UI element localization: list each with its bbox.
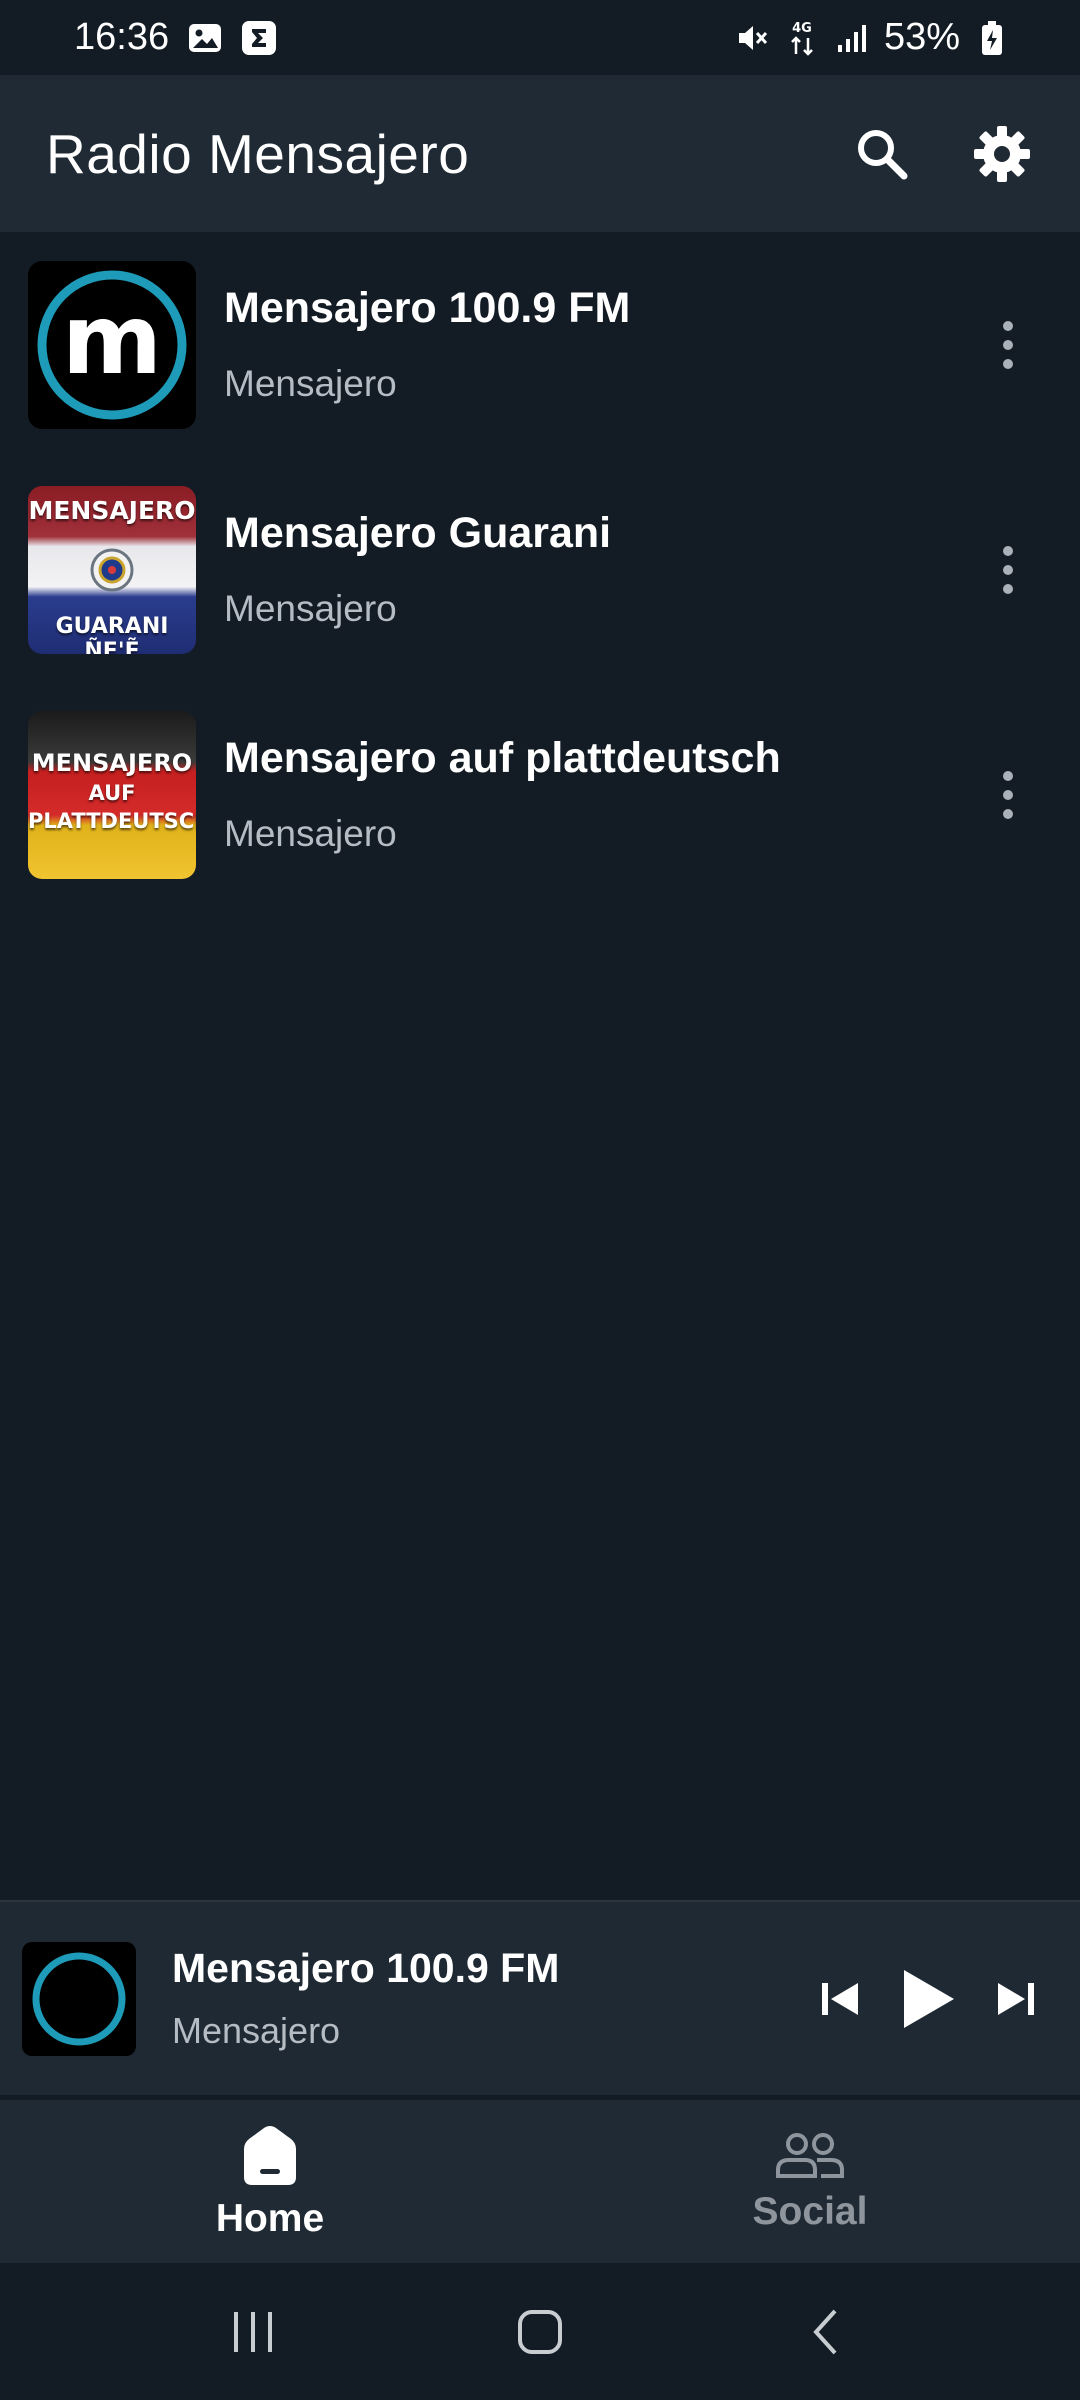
mini-player-artwork xyxy=(22,1941,136,2056)
station-subtitle: Mensajero xyxy=(224,588,397,629)
battery-percentage: 53% xyxy=(883,16,960,58)
station-logo-mensajero-fm: m xyxy=(28,260,196,429)
logo-text-bottom: GUARANI ÑE'Ẽ xyxy=(55,613,169,654)
station-logo-german-flag: MENSAJERO AUF PLATTDEUTSCH xyxy=(28,710,196,879)
sigma-app-notification-icon xyxy=(241,20,277,56)
status-time: 16:36 xyxy=(74,16,170,58)
nav-tab-social[interactable]: Social xyxy=(540,2100,1080,2263)
signal-strength-icon xyxy=(834,20,870,56)
station-title: Mensajero Guarani xyxy=(224,509,612,557)
nav-home-label: Home xyxy=(215,2196,325,2240)
people-icon xyxy=(776,2132,844,2178)
home-system-button[interactable] xyxy=(495,2287,585,2377)
logo-text-line-1: MENSAJERO xyxy=(31,748,193,777)
skip-previous-button[interactable] xyxy=(818,1977,862,2021)
mini-player[interactable]: Mensajero 100.9 FM Mensajero xyxy=(0,1900,1080,2095)
station-logo-letter: m xyxy=(62,284,162,396)
app-title: Radio Mensajero xyxy=(46,122,470,185)
logo-text-line-3: PLATTDEUTSCH xyxy=(28,808,196,833)
bottom-navigation: Home Social xyxy=(0,2100,1080,2263)
back-chevron-icon xyxy=(812,2309,837,2354)
station-title: Mensajero auf plattdeutsch xyxy=(224,734,781,782)
station-list: m Mensajero 100.9 FM Mensajero MENSAJERO… xyxy=(0,232,1080,907)
network-4g-icon: 4G xyxy=(784,20,820,56)
more-options-button[interactable] xyxy=(976,295,1040,395)
battery-charging-icon xyxy=(974,20,1010,56)
status-left: 16:36 xyxy=(74,16,277,59)
logo-text-line-2: AUF xyxy=(88,780,136,805)
station-item-mensajero-100-9[interactable]: m Mensajero 100.9 FM Mensajero xyxy=(0,232,1080,457)
recent-apps-icon xyxy=(234,2311,273,2352)
station-text: Mensajero Guarani Mensajero xyxy=(224,509,976,630)
status-right: 4G 53% xyxy=(734,16,1010,59)
gear-icon xyxy=(974,125,1030,182)
search-button[interactable] xyxy=(850,122,914,186)
station-subtitle: Mensajero xyxy=(224,363,397,404)
mini-player-subtitle: Mensajero xyxy=(172,2010,341,2051)
station-logo-guarani-flag: MENSAJERO GUARANI ÑE'Ẽ xyxy=(28,485,196,654)
nav-social-label: Social xyxy=(752,2189,868,2233)
more-options-button[interactable] xyxy=(976,745,1040,845)
mini-player-controls xyxy=(818,1968,1038,2030)
settings-button[interactable] xyxy=(970,122,1034,186)
svg-text:4G: 4G xyxy=(792,21,812,36)
status-bar: 16:36 4G 53% xyxy=(0,0,1080,75)
mute-icon xyxy=(734,20,770,56)
back-button[interactable] xyxy=(782,2287,872,2377)
skip-next-icon xyxy=(998,1982,1034,2015)
skip-previous-icon xyxy=(822,1982,858,2015)
more-options-button[interactable] xyxy=(976,520,1040,620)
mini-player-text: Mensajero 100.9 FM Mensajero xyxy=(172,1945,818,2052)
station-subtitle: Mensajero xyxy=(224,813,397,854)
station-title: Mensajero 100.9 FM xyxy=(224,284,631,332)
station-text: Mensajero auf plattdeutsch Mensajero xyxy=(224,734,976,855)
skip-next-button[interactable] xyxy=(994,1977,1038,2021)
nav-tab-home[interactable]: Home xyxy=(0,2100,540,2263)
home-square-icon xyxy=(517,2309,562,2354)
station-item-mensajero-guarani[interactable]: MENSAJERO GUARANI ÑE'Ẽ Mensajero Guarani… xyxy=(0,457,1080,682)
search-icon xyxy=(858,129,908,179)
play-icon xyxy=(904,1969,954,2028)
app-bar: Radio Mensajero xyxy=(0,75,1080,232)
recent-apps-button[interactable] xyxy=(208,2287,298,2377)
gallery-notification-icon xyxy=(187,20,223,56)
more-vert-icon xyxy=(1003,545,1013,556)
mini-player-title: Mensajero 100.9 FM xyxy=(172,1945,560,1991)
home-icon xyxy=(244,2125,296,2185)
app-actions xyxy=(850,122,1034,186)
station-item-mensajero-plattdeutsch[interactable]: MENSAJERO AUF PLATTDEUTSCH Mensajero auf… xyxy=(0,682,1080,907)
system-navigation-bar xyxy=(0,2263,1080,2400)
station-text: Mensajero 100.9 FM Mensajero xyxy=(224,284,976,405)
more-vert-icon xyxy=(1003,320,1013,331)
more-vert-icon xyxy=(1003,770,1013,781)
play-button[interactable] xyxy=(900,1968,956,2030)
